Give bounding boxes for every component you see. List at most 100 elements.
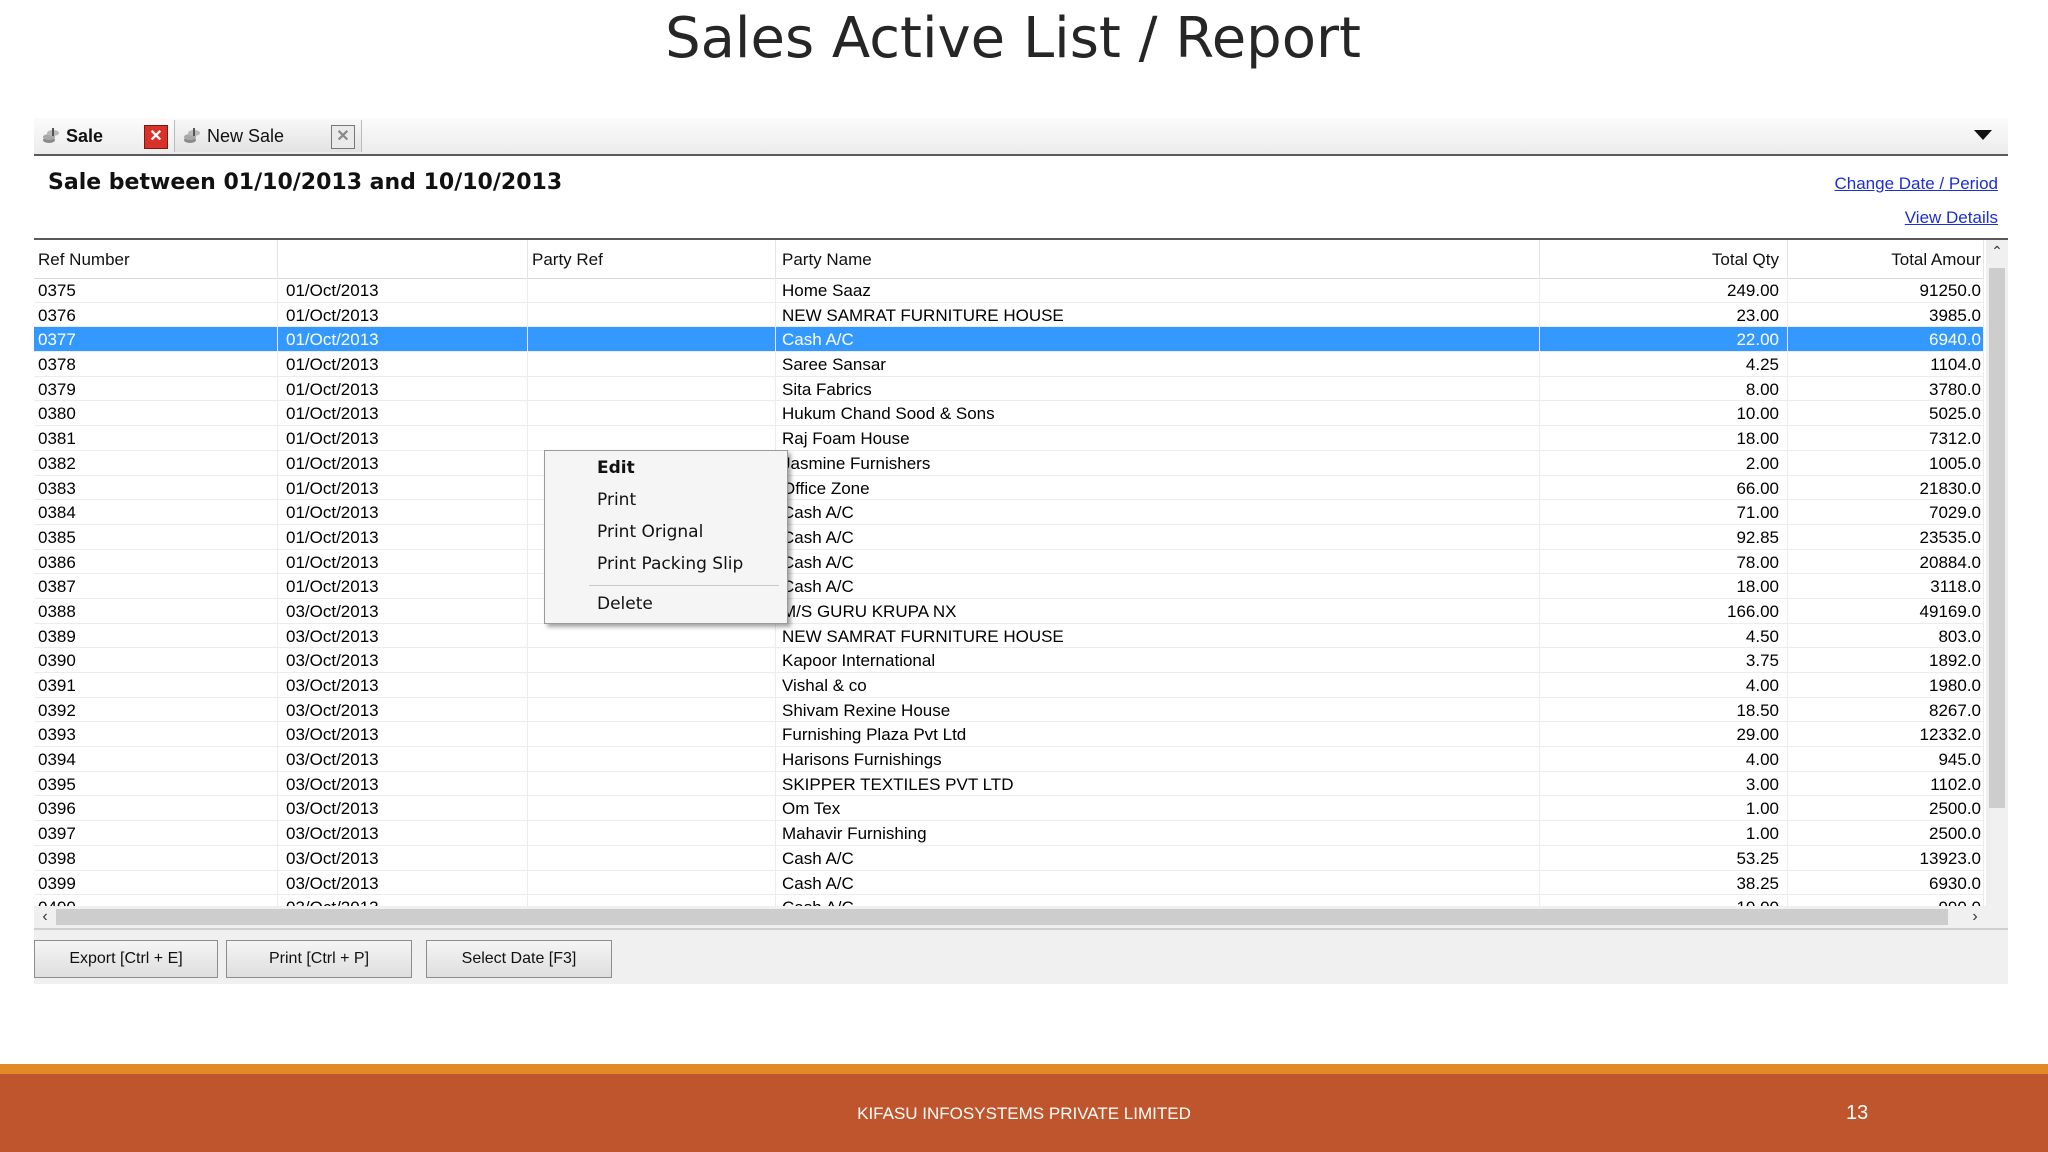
table-row[interactable]: 0376 01/Oct/2013 NEW SAMRAT FURNITURE HOUS… [34, 302, 1984, 328]
cell-ref-number: 0382 [34, 450, 278, 475]
table-row[interactable]: 0387 01/Oct/2013 Cash A/C 18.00 3118.0 [34, 574, 1984, 599]
tab-list-dropdown-icon[interactable] [1974, 130, 1992, 140]
table-row[interactable]: 0399 03/Oct/2013 Cash A/C 38.25 6930.0 [34, 870, 1984, 896]
column-header-party-ref[interactable]: Party Ref [528, 240, 776, 278]
cell-date: 03/Oct/2013 [278, 771, 528, 796]
horizontal-scrollbar[interactable]: ‹ › [34, 906, 1986, 928]
table-row[interactable]: 0384 01/Oct/2013 Cash A/C 71.00 7029.0 [34, 500, 1984, 525]
tab-sale[interactable]: Sale ✕ [34, 120, 168, 152]
cell-ref-number: 0396 [34, 796, 278, 821]
column-header-total-qty[interactable]: Total Qty [1540, 240, 1788, 278]
table-row[interactable]: 0391 03/Oct/2013 Vishal & co 4.00 1980.0 [34, 673, 1984, 698]
sale-icon [42, 127, 60, 145]
cell-party-ref [528, 796, 776, 821]
cell-total-qty: 53.25 [1540, 845, 1788, 870]
table-row[interactable]: 0396 03/Oct/2013 Om Tex 1.00 2500.0 [34, 796, 1984, 822]
cell-total-qty: 1.00 [1540, 821, 1788, 846]
table-row[interactable]: 0379 01/Oct/2013 Sita Fabrics 8.00 3780.0 [34, 376, 1984, 402]
page-number: 13 [1846, 1102, 1869, 1124]
column-header-ref-number[interactable]: Ref Number [34, 240, 278, 278]
table-row[interactable]: 0394 03/Oct/2013 Harisons Furnishings 4.00 9… [34, 747, 1984, 772]
table-row[interactable]: 0389 03/Oct/2013 NEW SAMRAT FURNITURE HOUS… [34, 623, 1984, 649]
cell-total-amount: 3780.0 [1788, 376, 1984, 401]
cell-date: 01/Oct/2013 [278, 278, 528, 302]
cell-total-amount: 3118.0 [1788, 574, 1984, 599]
table-row[interactable]: 0385 01/Oct/2013 Cash A/C 92.85 23535.0 [34, 524, 1984, 550]
table-row[interactable]: 0388 03/Oct/2013 M/S GURU KRUPA NX 166.00 49… [34, 598, 1984, 624]
cell-total-qty: 4.25 [1540, 352, 1788, 377]
sale-icon [183, 127, 201, 145]
cell-total-amount: 12332.0 [1788, 722, 1984, 747]
cell-date: 01/Oct/2013 [278, 376, 528, 401]
cell-date: 03/Oct/2013 [278, 722, 528, 747]
cell-party-ref [528, 302, 776, 327]
table-row[interactable]: 0383 01/Oct/2013 Office Zone 66.00 21830.0 [34, 475, 1984, 501]
context-menu-print-packing-slip[interactable]: Print Packing Slip [545, 549, 787, 579]
table-row[interactable]: 0375 01/Oct/2013 Home Saaz 249.00 91250.0 [34, 278, 1984, 303]
period-text: Sale between 01/10/2013 and 10/10/2013 [48, 170, 563, 195]
cell-party-name: Cash A/C [776, 870, 1540, 895]
horizontal-scroll-thumb[interactable] [56, 909, 1948, 925]
select-date-button[interactable]: Select Date [F3] [426, 940, 612, 978]
table-row[interactable]: 0377 01/Oct/2013 Cash A/C 22.00 6940.0 [34, 327, 1984, 353]
close-icon[interactable]: ✕ [331, 125, 355, 149]
cell-date: 03/Oct/2013 [278, 598, 528, 623]
cell-party-name: Hukum Chand Sood & Sons [776, 401, 1540, 426]
cell-ref-number: 0393 [34, 722, 278, 747]
vertical-scrollbar[interactable]: ⌃ ⌄ [1986, 240, 2008, 958]
scroll-left-icon[interactable]: ‹ [34, 906, 56, 928]
cell-ref-number: 0392 [34, 697, 278, 722]
cell-date: 03/Oct/2013 [278, 697, 528, 722]
cell-total-qty: 66.00 [1540, 475, 1788, 500]
column-header-total-amount[interactable]: Total Amour [1788, 240, 1984, 278]
table-row[interactable]: 0382 01/Oct/2013 Jasmine Furnishers 2.00 100… [34, 450, 1984, 476]
export-button[interactable]: Export [Ctrl + E] [34, 940, 218, 978]
cell-total-amount: 13923.0 [1788, 845, 1984, 870]
table-row[interactable]: 0390 03/Oct/2013 Kapoor International 3.75 1… [34, 648, 1984, 673]
cell-party-ref [528, 771, 776, 796]
context-menu-print[interactable]: Print [545, 485, 787, 515]
footer-accent-strip [0, 1064, 2048, 1074]
close-icon[interactable]: ✕ [144, 125, 168, 149]
cell-total-qty: 2.00 [1540, 450, 1788, 475]
table-row[interactable]: 0386 01/Oct/2013 Cash A/C 78.00 20884.0 [34, 549, 1984, 575]
cell-ref-number: 0387 [34, 574, 278, 599]
context-menu-print-original[interactable]: Print Orignal [545, 517, 787, 547]
view-details-link[interactable]: View Details [1905, 208, 1998, 228]
table-row[interactable]: 0398 03/Oct/2013 Cash A/C 53.25 13923.0 [34, 845, 1984, 871]
tab-new-sale[interactable]: New Sale ✕ [174, 120, 362, 152]
table-row[interactable]: 0397 03/Oct/2013 Mahavir Furnishing 1.00 250… [34, 821, 1984, 846]
cell-party-ref [528, 376, 776, 401]
cell-date: 03/Oct/2013 [278, 796, 528, 821]
cell-date: 01/Oct/2013 [278, 426, 528, 451]
cell-ref-number: 0380 [34, 401, 278, 426]
table-row[interactable]: 0381 01/Oct/2013 Raj Foam House 18.00 7312.0 [34, 426, 1984, 451]
table-row[interactable]: 0378 01/Oct/2013 Saree Sansar 4.25 1104.0 [34, 352, 1984, 377]
cell-ref-number: 0389 [34, 623, 278, 648]
table-row[interactable]: 0380 01/Oct/2013 Hukum Chand Sood & Sons 10… [34, 401, 1984, 427]
cell-ref-number: 0377 [34, 327, 278, 352]
cell-party-ref [528, 870, 776, 895]
cell-total-amount: 3985.0 [1788, 302, 1984, 327]
change-date-link[interactable]: Change Date / Period [1835, 174, 1999, 194]
table-row[interactable]: 0393 03/Oct/2013 Furnishing Plaza Pvt Ltd 2… [34, 722, 1984, 748]
cell-date: 01/Oct/2013 [278, 450, 528, 475]
column-header-date[interactable] [278, 240, 528, 278]
print-button[interactable]: Print [Ctrl + P] [226, 940, 412, 978]
table-row[interactable]: 0392 03/Oct/2013 Shivam Rexine House 18.50 8… [34, 697, 1984, 723]
context-menu-edit[interactable]: Edit [545, 453, 787, 483]
vertical-scroll-thumb[interactable] [1989, 268, 2005, 808]
scroll-right-icon[interactable]: › [1964, 906, 1986, 928]
cell-total-amount: 1104.0 [1788, 352, 1984, 377]
scroll-up-icon[interactable]: ⌃ [1986, 240, 2008, 262]
cell-ref-number: 0386 [34, 549, 278, 574]
column-header-party-name[interactable]: Party Name [776, 240, 1540, 278]
context-menu-delete[interactable]: Delete [545, 589, 787, 619]
cell-total-qty: 29.00 [1540, 722, 1788, 747]
cell-ref-number: 0375 [34, 278, 278, 302]
cell-party-ref [528, 673, 776, 697]
cell-date: 01/Oct/2013 [278, 401, 528, 426]
cell-ref-number: 0379 [34, 376, 278, 401]
table-row[interactable]: 0395 03/Oct/2013 SKIPPER TEXTILES PVT LTD 3… [34, 771, 1984, 797]
footer-company-name: KIFASU INFOSYSTEMS PRIVATE LIMITED [857, 1104, 1191, 1123]
